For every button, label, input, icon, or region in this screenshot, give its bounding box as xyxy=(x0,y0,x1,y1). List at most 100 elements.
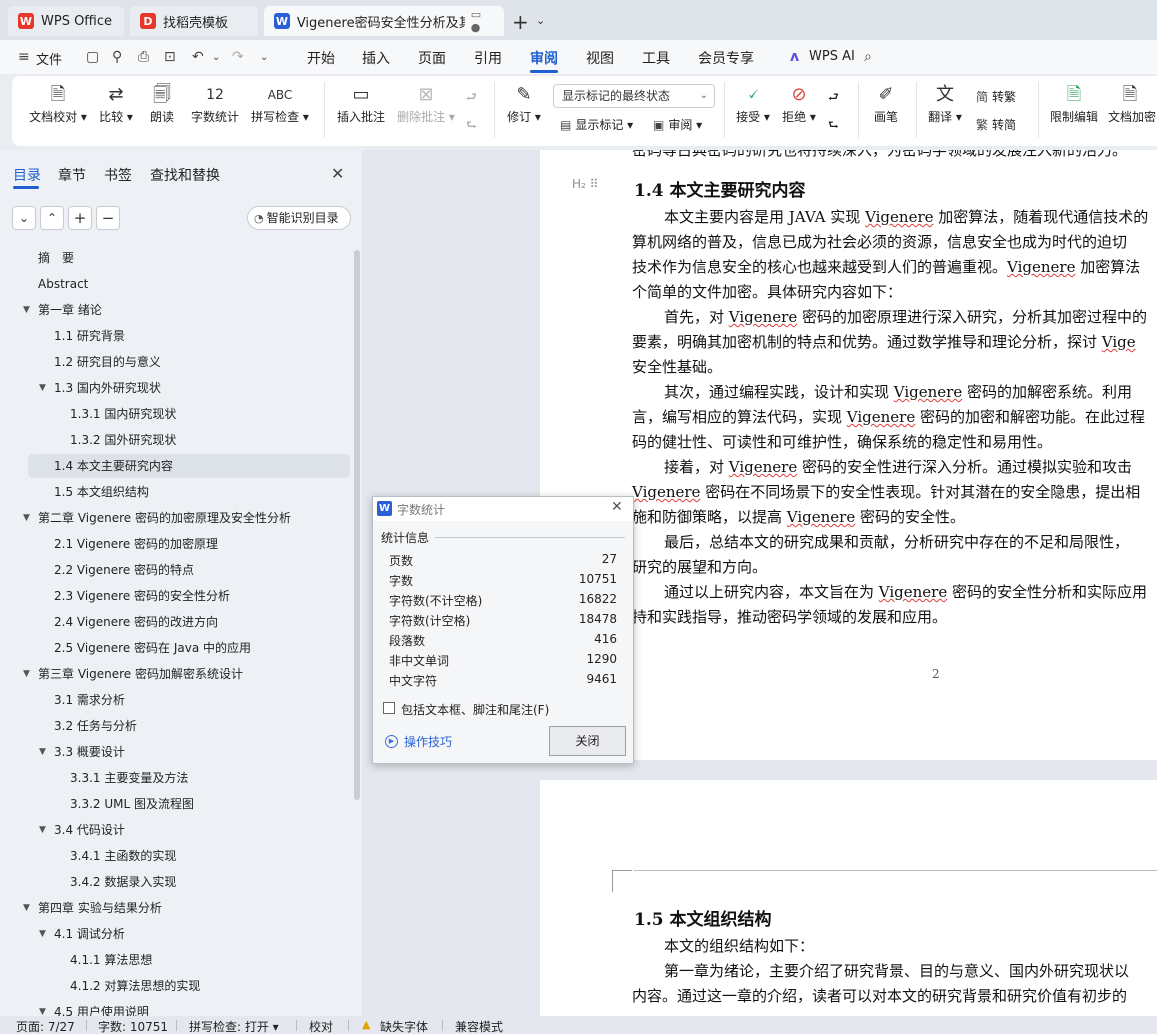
save-icon[interactable]: ▢ xyxy=(86,49,99,65)
close-button[interactable]: 关闭 xyxy=(549,726,626,756)
review-pane-button[interactable]: ▣ 审阅 ▾ xyxy=(653,116,702,133)
document-check-button[interactable]: 🗎 文档校对 ▾ xyxy=(22,82,94,125)
caret-down-icon[interactable]: ▼ xyxy=(23,896,30,920)
to-simplified-button[interactable]: 繁转简 xyxy=(976,116,1016,133)
word-count-button[interactable]: 12 字数统计 xyxy=(188,82,242,125)
menu-member[interactable]: 会员专享 xyxy=(698,48,754,68)
expand-up-button[interactable]: ⌃ xyxy=(40,206,64,230)
toc-item-selected[interactable]: 1.4 本文主要研究内容 xyxy=(28,454,350,478)
delete-comment-button[interactable]: ⊠ 删除批注 ▾ xyxy=(394,82,458,125)
print-preview-icon[interactable]: ⊡ xyxy=(164,49,176,65)
menu-tools[interactable]: 工具 xyxy=(642,48,670,68)
toc-item[interactable]: Abstract xyxy=(0,272,350,296)
tab-template[interactable]: D 找稻壳模板 xyxy=(130,6,258,36)
close-icon[interactable]: ✕ xyxy=(611,499,623,515)
dialog-titlebar[interactable]: W 字数统计 ✕ xyxy=(373,497,633,521)
toc-item[interactable]: ▼ 第四章 实验与结果分析 xyxy=(0,896,350,920)
toc-item[interactable]: 1.3.1 国内研究现状 xyxy=(0,402,350,426)
toc-item[interactable]: 2.4 Vigenere 密码的改进方向 xyxy=(0,610,350,634)
show-markup-button[interactable]: ▤ 显示标记 ▾ xyxy=(560,116,633,133)
toc-item[interactable]: ▼ 第二章 Vigenere 密码的加密原理及安全性分析 xyxy=(0,506,350,530)
remove-level-button[interactable]: − xyxy=(96,206,120,230)
print-icon[interactable]: ⎙ xyxy=(138,49,149,65)
search-icon[interactable]: ⌕ xyxy=(864,49,872,65)
toc-item[interactable]: ▼ 1.3 国内外研究现状 xyxy=(0,376,350,400)
toc-item[interactable]: ▼ 3.3 概要设计 xyxy=(0,740,350,764)
next-comment-icon[interactable]: ⮑ xyxy=(466,116,477,137)
menu-home[interactable]: 开始 xyxy=(307,48,335,68)
close-icon[interactable]: ✕ xyxy=(331,164,344,183)
heading-handle-icon[interactable]: H₂ ⠿ xyxy=(572,177,598,191)
toc-item[interactable]: 1.3.2 国外研究现状 xyxy=(0,428,350,452)
status-word-count[interactable]: 字数: 10751 xyxy=(98,1018,168,1034)
caret-down-icon[interactable]: ▼ xyxy=(39,922,46,946)
wps-ai-icon[interactable]: ʌ xyxy=(790,49,799,65)
toc-item[interactable]: 3.2 任务与分析 xyxy=(0,714,350,738)
toc-item[interactable]: 3.3.1 主要变量及方法 xyxy=(0,766,350,790)
toc-item[interactable]: 2.3 Vigenere 密码的安全性分析 xyxy=(0,584,350,608)
menu-insert[interactable]: 插入 xyxy=(362,48,390,68)
menu-review[interactable]: 审阅 xyxy=(530,48,558,68)
caret-down-icon[interactable]: ▼ xyxy=(23,298,30,322)
toc-item[interactable]: 2.1 Vigenere 密码的加密原理 xyxy=(0,532,350,556)
toc-item[interactable]: ▼ 第三章 Vigenere 密码加解密系统设计 xyxy=(0,662,350,686)
accept-button[interactable]: 🗸 接受 ▾ xyxy=(732,82,774,125)
document-page[interactable]: 1.5 本文组织结构 本文的组织结构如下： 第一章为绪论，主要介绍了研究背景、目… xyxy=(540,780,1157,1016)
menu-page[interactable]: 页面 xyxy=(418,48,446,68)
smart-toc-button[interactable]: ◔ 智能识别目录 xyxy=(247,206,351,230)
status-page[interactable]: 页面: 7/27 xyxy=(16,1018,75,1034)
nav-tab-toc[interactable]: 目录 xyxy=(13,165,41,185)
nav-tab-bookmarks[interactable]: 书签 xyxy=(104,165,132,185)
pen-button[interactable]: ✐ 画笔 xyxy=(868,82,904,125)
previous-comment-icon[interactable]: ⮐ xyxy=(466,88,477,109)
to-traditional-button[interactable]: 简转繁 xyxy=(976,88,1016,105)
caret-down-icon[interactable]: ▼ xyxy=(39,376,46,400)
next-change-icon[interactable]: ⮑ xyxy=(828,116,839,137)
track-changes-button[interactable]: ✎ 修订 ▾ xyxy=(502,82,546,125)
toc-item[interactable]: 3.4.2 数据录入实现 xyxy=(0,870,350,894)
toc-item[interactable]: 3.1 需求分析 xyxy=(0,688,350,712)
toc-item[interactable]: ▼ 第一章 绪论 xyxy=(0,298,350,322)
read-aloud-button[interactable]: 🗐 朗读 xyxy=(144,82,180,125)
markup-state-select[interactable]: 显示标记的最终状态 ⌄ xyxy=(553,84,715,108)
encrypt-button[interactable]: 🗎 文档加密 xyxy=(1108,82,1157,125)
caret-down-icon[interactable]: ▼ xyxy=(39,740,46,764)
toc-item[interactable]: ▼ 3.4 代码设计 xyxy=(0,818,350,842)
caret-down-icon[interactable]: ▼ xyxy=(23,662,30,686)
insert-comment-button[interactable]: ▭ 插入批注 xyxy=(334,82,388,125)
collapse-all-button[interactable]: ⌄ xyxy=(12,206,36,230)
nav-tab-sections[interactable]: 章节 xyxy=(58,165,86,185)
previous-change-icon[interactable]: ⮐ xyxy=(828,88,839,109)
add-level-button[interactable]: + xyxy=(68,206,92,230)
menu-view[interactable]: 视图 xyxy=(586,48,614,68)
menu-reference[interactable]: 引用 xyxy=(474,48,502,68)
share-icon[interactable]: ⚲ xyxy=(112,49,122,65)
tips-link[interactable]: 操作技巧 xyxy=(404,733,452,750)
compare-button[interactable]: ⇄ 比较 ▾ xyxy=(94,82,138,125)
status-missing-font[interactable]: 缺失字体 xyxy=(380,1018,428,1034)
undo-icon[interactable]: ↶ xyxy=(192,49,204,65)
undo-dropdown-icon[interactable]: ⌄ xyxy=(212,52,220,63)
tab-document[interactable]: W Vigenere密码安全性分析及其 ▭ ● xyxy=(264,6,504,36)
chevron-down-icon[interactable]: ⌄ xyxy=(536,14,545,27)
new-tab-plus-icon[interactable]: + xyxy=(512,10,529,34)
menu-wps-ai[interactable]: WPS AI xyxy=(809,49,855,64)
toc-item[interactable]: 4.1.2 对算法思想的实现 xyxy=(0,974,350,998)
translate-button[interactable]: 文 翻译 ▾ xyxy=(924,82,966,125)
toc-item[interactable]: ▼ 4.1 调试分析 xyxy=(0,922,350,946)
include-textbox-checkbox[interactable] xyxy=(383,702,395,714)
toc-item[interactable]: 2.2 Vigenere 密码的特点 xyxy=(0,558,350,582)
restrict-edit-button[interactable]: 🗎 限制编辑 xyxy=(1046,82,1102,125)
redo-icon[interactable]: ↷ xyxy=(232,49,244,65)
toc-item[interactable]: 1.5 本文组织结构 xyxy=(0,480,350,504)
toc-item[interactable]: 1.1 研究背景 xyxy=(0,324,350,348)
nav-tab-find-replace[interactable]: 查找和替换 xyxy=(150,165,220,185)
reject-button[interactable]: ⊘ 拒绝 ▾ xyxy=(778,82,820,125)
tab-wps-office[interactable]: W WPS Office xyxy=(8,6,124,36)
include-textbox-label[interactable]: 包括文本框、脚注和尾注(F) xyxy=(401,701,549,718)
toc-item[interactable]: 4.1.1 算法思想 xyxy=(0,948,350,972)
caret-down-icon[interactable]: ▼ xyxy=(23,506,30,530)
toc-item[interactable]: 2.5 Vigenere 密码在 Java 中的应用 xyxy=(0,636,350,660)
toc-item[interactable]: 3.4.1 主函数的实现 xyxy=(0,844,350,868)
hamburger-menu-icon[interactable]: ≡ xyxy=(18,49,30,65)
